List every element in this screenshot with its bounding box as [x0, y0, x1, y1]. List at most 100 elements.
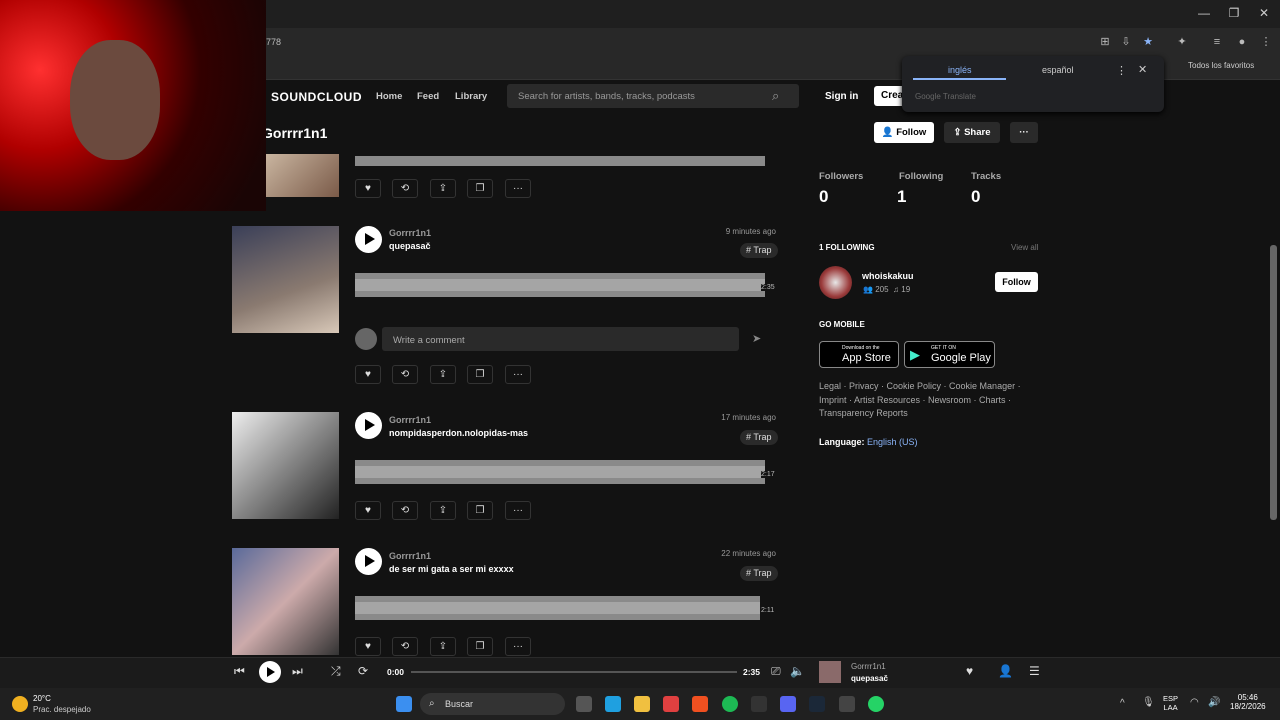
- following-count[interactable]: 1: [897, 187, 906, 207]
- track-more-button[interactable]: ···: [505, 179, 531, 198]
- tracks-label[interactable]: Tracks: [971, 171, 1001, 182]
- app-icon[interactable]: [839, 696, 855, 712]
- followers-label[interactable]: Followers: [819, 171, 863, 182]
- like-button[interactable]: ♥: [355, 179, 381, 198]
- google-play-badge[interactable]: ▶ GET IT ON Google Play: [904, 341, 995, 368]
- follow-icon[interactable]: 👤: [998, 664, 1013, 678]
- play-pause-button[interactable]: [259, 661, 281, 683]
- translate-more-icon[interactable]: ⋮: [1116, 64, 1127, 77]
- track-artist[interactable]: Gorrrr1n1: [389, 415, 431, 425]
- copy-link-button[interactable]: ❐: [467, 365, 493, 384]
- soundcloud-logo[interactable]: SOUNDCLOUD: [271, 90, 362, 104]
- next-icon[interactable]: ⏭: [292, 664, 303, 679]
- track-more-button[interactable]: ···: [505, 501, 531, 520]
- file-explorer-icon[interactable]: [634, 696, 650, 712]
- repost-button[interactable]: ⟲: [392, 501, 418, 520]
- microphone-icon[interactable]: 🎙: [1142, 697, 1155, 708]
- cast-icon[interactable]: ⎚: [771, 664, 781, 679]
- footer-links[interactable]: Legal · Privacy · Cookie Policy · Cookie…: [819, 380, 1039, 421]
- steam-icon[interactable]: [809, 696, 825, 712]
- waveform[interactable]: [355, 154, 773, 168]
- player-title[interactable]: quepasač: [851, 674, 888, 683]
- nav-home[interactable]: Home: [376, 91, 402, 102]
- progress-bar[interactable]: [411, 671, 737, 673]
- repost-button[interactable]: ⟲: [392, 365, 418, 384]
- extensions-icon[interactable]: ✦: [1175, 35, 1189, 49]
- speaker-icon[interactable]: 🔊: [1208, 697, 1220, 708]
- waveform[interactable]: [355, 588, 773, 628]
- task-view-icon[interactable]: [576, 696, 592, 712]
- track-tag[interactable]: # Trap: [740, 566, 778, 581]
- epic-games-icon[interactable]: [751, 696, 767, 712]
- edge-icon[interactable]: [605, 696, 621, 712]
- share-track-button[interactable]: ⇪: [430, 365, 456, 384]
- app-store-badge[interactable]: Download on the App Store: [819, 341, 899, 368]
- track-artwork[interactable]: [232, 412, 339, 519]
- clock[interactable]: 05:46 18/2/2026: [1230, 693, 1266, 711]
- translate-tab-english[interactable]: inglés: [948, 65, 972, 75]
- nav-library[interactable]: Library: [455, 91, 487, 102]
- start-icon[interactable]: [396, 696, 412, 712]
- share-track-button[interactable]: ⇪: [430, 501, 456, 520]
- bookmark-all[interactable]: Todos los favoritos: [1188, 61, 1254, 70]
- keyboard-language[interactable]: ESP LAA: [1163, 694, 1178, 712]
- url-text[interactable]: 778: [266, 37, 281, 47]
- track-tag[interactable]: # Trap: [740, 243, 778, 258]
- player-thumbnail[interactable]: [819, 661, 841, 683]
- copy-link-button[interactable]: ❐: [467, 179, 493, 198]
- chrome-icon[interactable]: [663, 696, 679, 712]
- track-artwork[interactable]: [232, 548, 339, 655]
- weather-desc[interactable]: Prac. despejado: [33, 705, 91, 714]
- language-value[interactable]: English (US): [867, 437, 918, 447]
- like-button[interactable]: ♥: [355, 365, 381, 384]
- play-button[interactable]: [355, 412, 382, 439]
- wifi-icon[interactable]: ◠: [1190, 697, 1199, 708]
- repeat-icon[interactable]: ⟳: [358, 664, 368, 678]
- track-title[interactable]: quepasač: [389, 241, 431, 251]
- shuffle-icon[interactable]: ⤮: [331, 664, 341, 679]
- track-more-button[interactable]: ···: [505, 637, 531, 656]
- play-button[interactable]: [355, 548, 382, 575]
- maximize-icon[interactable]: ❐: [1226, 6, 1242, 22]
- like-icon[interactable]: ♥: [966, 664, 973, 678]
- repost-button[interactable]: ⟲: [392, 179, 418, 198]
- copy-link-button[interactable]: ❐: [467, 501, 493, 520]
- media-icon[interactable]: ≡: [1210, 35, 1224, 49]
- translate-icon[interactable]: ⊞: [1098, 35, 1112, 49]
- following-label[interactable]: Following: [899, 171, 943, 182]
- menu-icon[interactable]: ⋮: [1259, 35, 1273, 49]
- track-thumbnail[interactable]: [266, 154, 339, 197]
- track-artist[interactable]: Gorrrr1n1: [389, 551, 431, 561]
- weather-temp[interactable]: 20°C: [33, 694, 51, 703]
- previous-icon[interactable]: ⏮: [234, 664, 245, 679]
- tray-chevron-icon[interactable]: ^: [1120, 698, 1125, 709]
- spotify-icon[interactable]: [722, 696, 738, 712]
- track-title[interactable]: nompidasperdon.nolopidas-mas: [389, 428, 528, 438]
- track-artist[interactable]: Gorrrr1n1: [389, 228, 431, 238]
- send-icon[interactable]: ➤: [752, 332, 761, 345]
- track-artwork[interactable]: [232, 226, 339, 333]
- following-user-name[interactable]: whoiskakuu: [862, 271, 914, 281]
- repost-button[interactable]: ⟲: [392, 637, 418, 656]
- play-button[interactable]: [355, 226, 382, 253]
- followers-count[interactable]: 0: [819, 187, 828, 207]
- avatar[interactable]: [819, 266, 852, 299]
- profile-icon[interactable]: ●: [1235, 35, 1249, 49]
- view-all-link[interactable]: View all: [1011, 243, 1038, 252]
- track-title[interactable]: de ser mi gata a ser mi exxxx: [389, 564, 514, 574]
- tracks-count[interactable]: 0: [971, 187, 980, 207]
- like-button[interactable]: ♥: [355, 637, 381, 656]
- search-icon[interactable]: ⌕: [772, 88, 788, 104]
- whatsapp-icon[interactable]: [868, 696, 884, 712]
- translate-close-icon[interactable]: ✕: [1138, 63, 1147, 76]
- star-icon[interactable]: ★: [1141, 35, 1155, 49]
- weather-icon[interactable]: [12, 696, 28, 712]
- taskbar-search[interactable]: [420, 693, 565, 715]
- share-track-button[interactable]: ⇪: [430, 637, 456, 656]
- waveform[interactable]: [355, 265, 773, 305]
- close-window-icon[interactable]: ✕: [1256, 6, 1272, 22]
- queue-icon[interactable]: ☰: [1029, 664, 1040, 678]
- nav-feed[interactable]: Feed: [417, 91, 439, 102]
- brave-icon[interactable]: [692, 696, 708, 712]
- track-more-button[interactable]: ···: [505, 365, 531, 384]
